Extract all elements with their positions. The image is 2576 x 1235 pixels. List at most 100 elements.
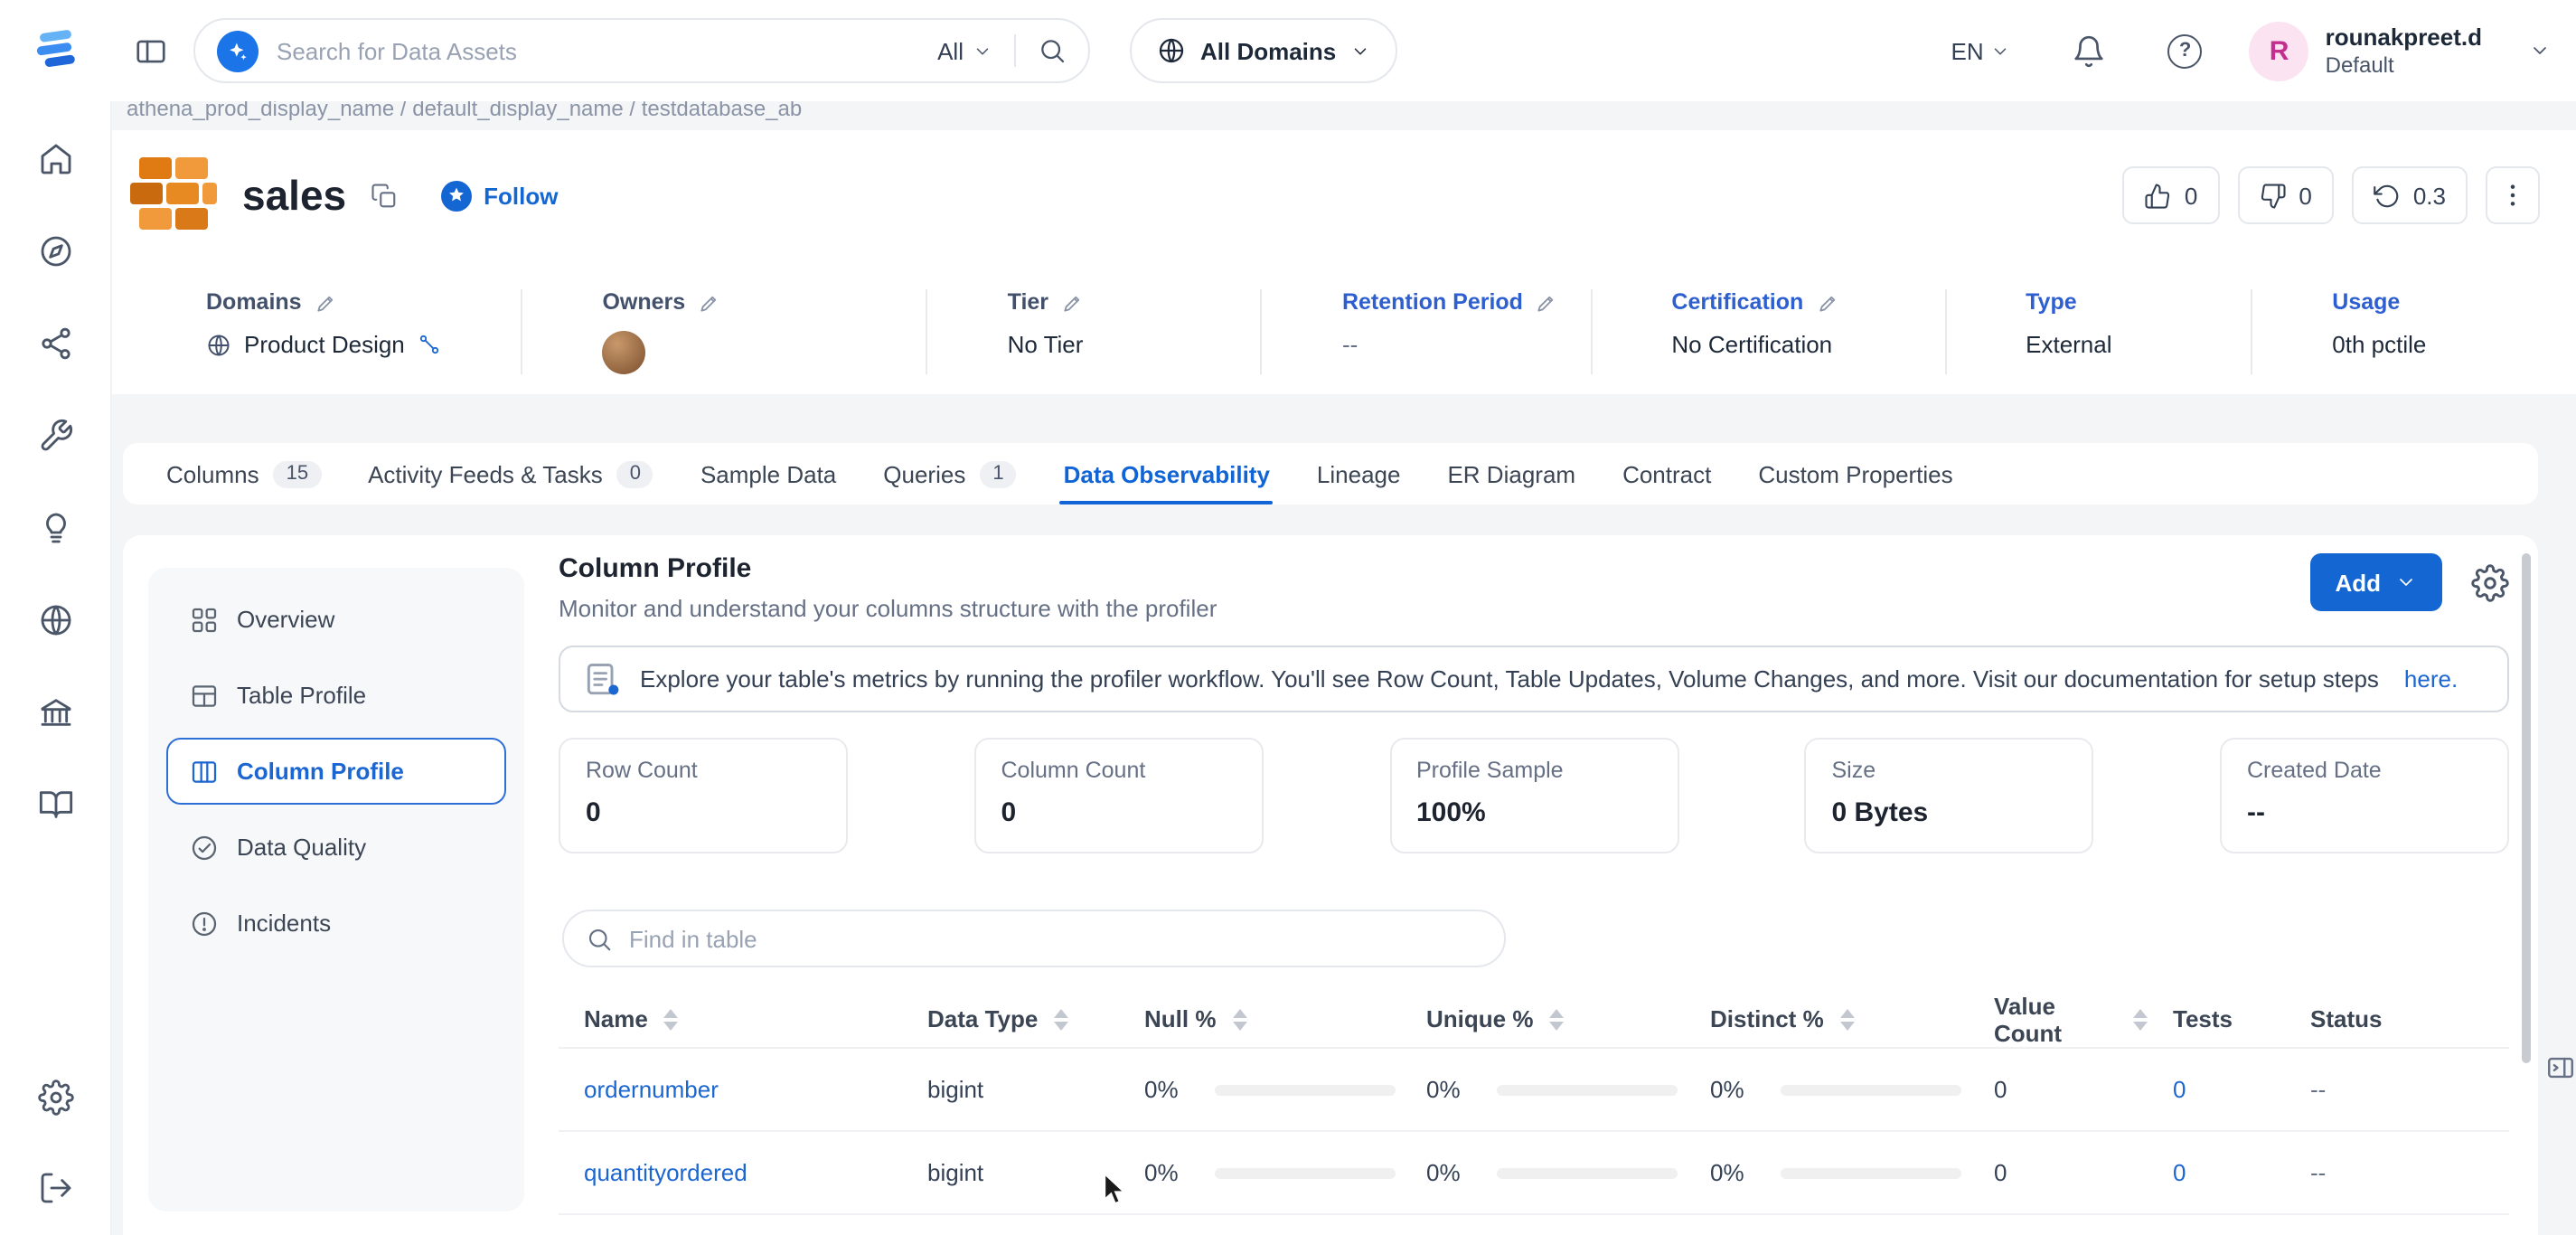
subnav-incidents[interactable]: Incidents (166, 890, 506, 957)
downvote-button[interactable]: 0 (2237, 166, 2333, 224)
all-domains-label: All Domains (1200, 37, 1336, 64)
search-icon[interactable] (1038, 36, 1067, 65)
help-icon[interactable]: ? (2168, 33, 2203, 68)
domains-globe-icon[interactable] (37, 602, 73, 638)
app: All All Domains EN ? R rounakpreet.d Def (0, 0, 2576, 1235)
tests-link[interactable]: 0 (2173, 1076, 2186, 1103)
explore-icon[interactable] (37, 233, 73, 269)
col-value-count[interactable]: Value Count (1969, 992, 2148, 1046)
settings-gear-icon[interactable] (37, 1079, 73, 1116)
tab-label: Sample Data (700, 460, 836, 487)
version-button[interactable]: 0.3 (2352, 166, 2468, 224)
data-type: bigint (927, 1159, 983, 1186)
expand-panel-icon[interactable] (2545, 1052, 2576, 1083)
table-header: Name Data Type Null % Unique % Distinct … (559, 991, 2509, 1049)
sidebar-toggle-icon[interactable] (134, 33, 168, 68)
domains-value[interactable]: Product Design (244, 331, 405, 358)
unique-progress-bar (1497, 1167, 1678, 1178)
entity-header: sales Follow 0 0 (112, 130, 2576, 394)
data-graph-icon[interactable] (37, 325, 73, 362)
services-wrench-icon[interactable] (37, 418, 73, 454)
tab-data-observability[interactable]: Data Observability (1064, 443, 1270, 504)
subnav-label: Incidents (237, 910, 331, 937)
profiler-heading: Column Profile Monitor and understand yo… (559, 553, 1217, 622)
tab-label: Queries (883, 460, 965, 487)
tab-columns[interactable]: Columns15 (166, 443, 321, 504)
add-button[interactable]: Add (2309, 553, 2442, 611)
tab-custom-properties[interactable]: Custom Properties (1758, 443, 1952, 504)
column-name-link[interactable]: quantityordered (584, 1159, 747, 1186)
tab-activity-feeds[interactable]: Activity Feeds & Tasks0 (368, 443, 653, 504)
more-actions-button[interactable] (2486, 166, 2540, 224)
downvote-count: 0 (2299, 182, 2311, 209)
owner-avatar[interactable] (602, 331, 645, 374)
domain-link-icon[interactable] (418, 333, 441, 356)
insights-bulb-icon[interactable] (37, 510, 73, 546)
subnav-data-quality[interactable]: Data Quality (166, 814, 506, 881)
follow-badge-icon (440, 180, 471, 211)
tab-label: Custom Properties (1758, 460, 1952, 487)
tests-link[interactable]: 0 (2173, 1159, 2186, 1186)
sort-icon[interactable] (1232, 1008, 1246, 1030)
kebab-icon (2498, 181, 2527, 210)
column-profile-icon (190, 757, 219, 786)
meta-usage: Usage 0th pctile (2251, 289, 2540, 374)
chevron-down-icon[interactable] (2529, 40, 2551, 61)
edit-pencil-icon[interactable] (1536, 290, 1559, 314)
column-name-link[interactable]: ordernumber (584, 1076, 719, 1103)
tier-label: Tier (1008, 289, 1048, 315)
tab-queries[interactable]: Queries1 (883, 443, 1016, 504)
subnav-table-profile[interactable]: Table Profile (166, 662, 506, 729)
subnav-overview[interactable]: Overview (166, 586, 506, 653)
banner-here-link[interactable]: here. (2404, 665, 2458, 693)
stat-row-count: Row Count 0 (559, 738, 848, 853)
col-data-type[interactable]: Data Type (902, 1005, 1119, 1032)
sort-icon[interactable] (2133, 1008, 2148, 1030)
sort-icon[interactable] (1549, 1008, 1564, 1030)
app-logo[interactable] (29, 25, 83, 76)
upvote-button[interactable]: 0 (2123, 166, 2219, 224)
tab-contract[interactable]: Contract (1622, 443, 1711, 504)
col-null[interactable]: Null % (1119, 1005, 1401, 1032)
follow-button[interactable]: Follow (440, 180, 558, 211)
global-search-input[interactable] (277, 37, 937, 64)
notifications-bell-icon[interactable] (2073, 33, 2107, 68)
page-title: sales (242, 171, 346, 220)
search-scope-dropdown[interactable]: All (937, 37, 992, 64)
copy-icon[interactable] (370, 182, 397, 209)
vertical-scrollbar-thumb[interactable] (2522, 553, 2531, 1063)
find-in-table-input[interactable] (629, 925, 1482, 952)
profiler-doc-icon (582, 659, 622, 699)
meta-tier: Tier No Tier (926, 289, 1261, 374)
col-name[interactable]: Name (559, 1005, 902, 1032)
breadcrumb[interactable]: athena_prod_display_name / default_displ… (127, 101, 2576, 121)
distinct-progress-bar (1781, 1167, 1961, 1178)
tab-er-diagram[interactable]: ER Diagram (1447, 443, 1575, 504)
edit-pencil-icon[interactable] (1816, 290, 1839, 314)
unique-progress-bar (1497, 1084, 1678, 1095)
all-domains-dropdown[interactable]: All Domains (1130, 18, 1397, 83)
chevron-down-icon (2395, 571, 2417, 593)
profiler-info-banner: Explore your table's metrics by running … (559, 646, 2509, 712)
sort-icon[interactable] (664, 1008, 679, 1030)
edit-pencil-icon[interactable] (1061, 290, 1085, 314)
govern-bank-icon[interactable] (37, 694, 73, 731)
tab-sample-data[interactable]: Sample Data (700, 443, 836, 504)
col-distinct[interactable]: Distinct % (1685, 1005, 1969, 1032)
col-unique[interactable]: Unique % (1401, 1005, 1685, 1032)
edit-pencil-icon[interactable] (315, 290, 338, 314)
globe-icon (206, 332, 231, 357)
home-icon[interactable] (37, 141, 73, 177)
sort-icon[interactable] (1054, 1008, 1068, 1030)
sort-icon[interactable] (1840, 1008, 1855, 1030)
user-menu[interactable]: R rounakpreet.d Default (2250, 21, 2482, 80)
chevron-down-icon (973, 41, 992, 61)
glossary-book-icon[interactable] (37, 787, 73, 823)
tab-lineage[interactable]: Lineage (1317, 443, 1401, 504)
profiler-settings-gear-icon[interactable] (2471, 563, 2509, 601)
language-dropdown[interactable]: EN (1951, 37, 2011, 64)
tab-badge: 15 (274, 460, 322, 487)
subnav-column-profile[interactable]: Column Profile (166, 738, 506, 805)
logout-icon[interactable] (37, 1170, 73, 1206)
edit-pencil-icon[interactable] (698, 290, 721, 314)
